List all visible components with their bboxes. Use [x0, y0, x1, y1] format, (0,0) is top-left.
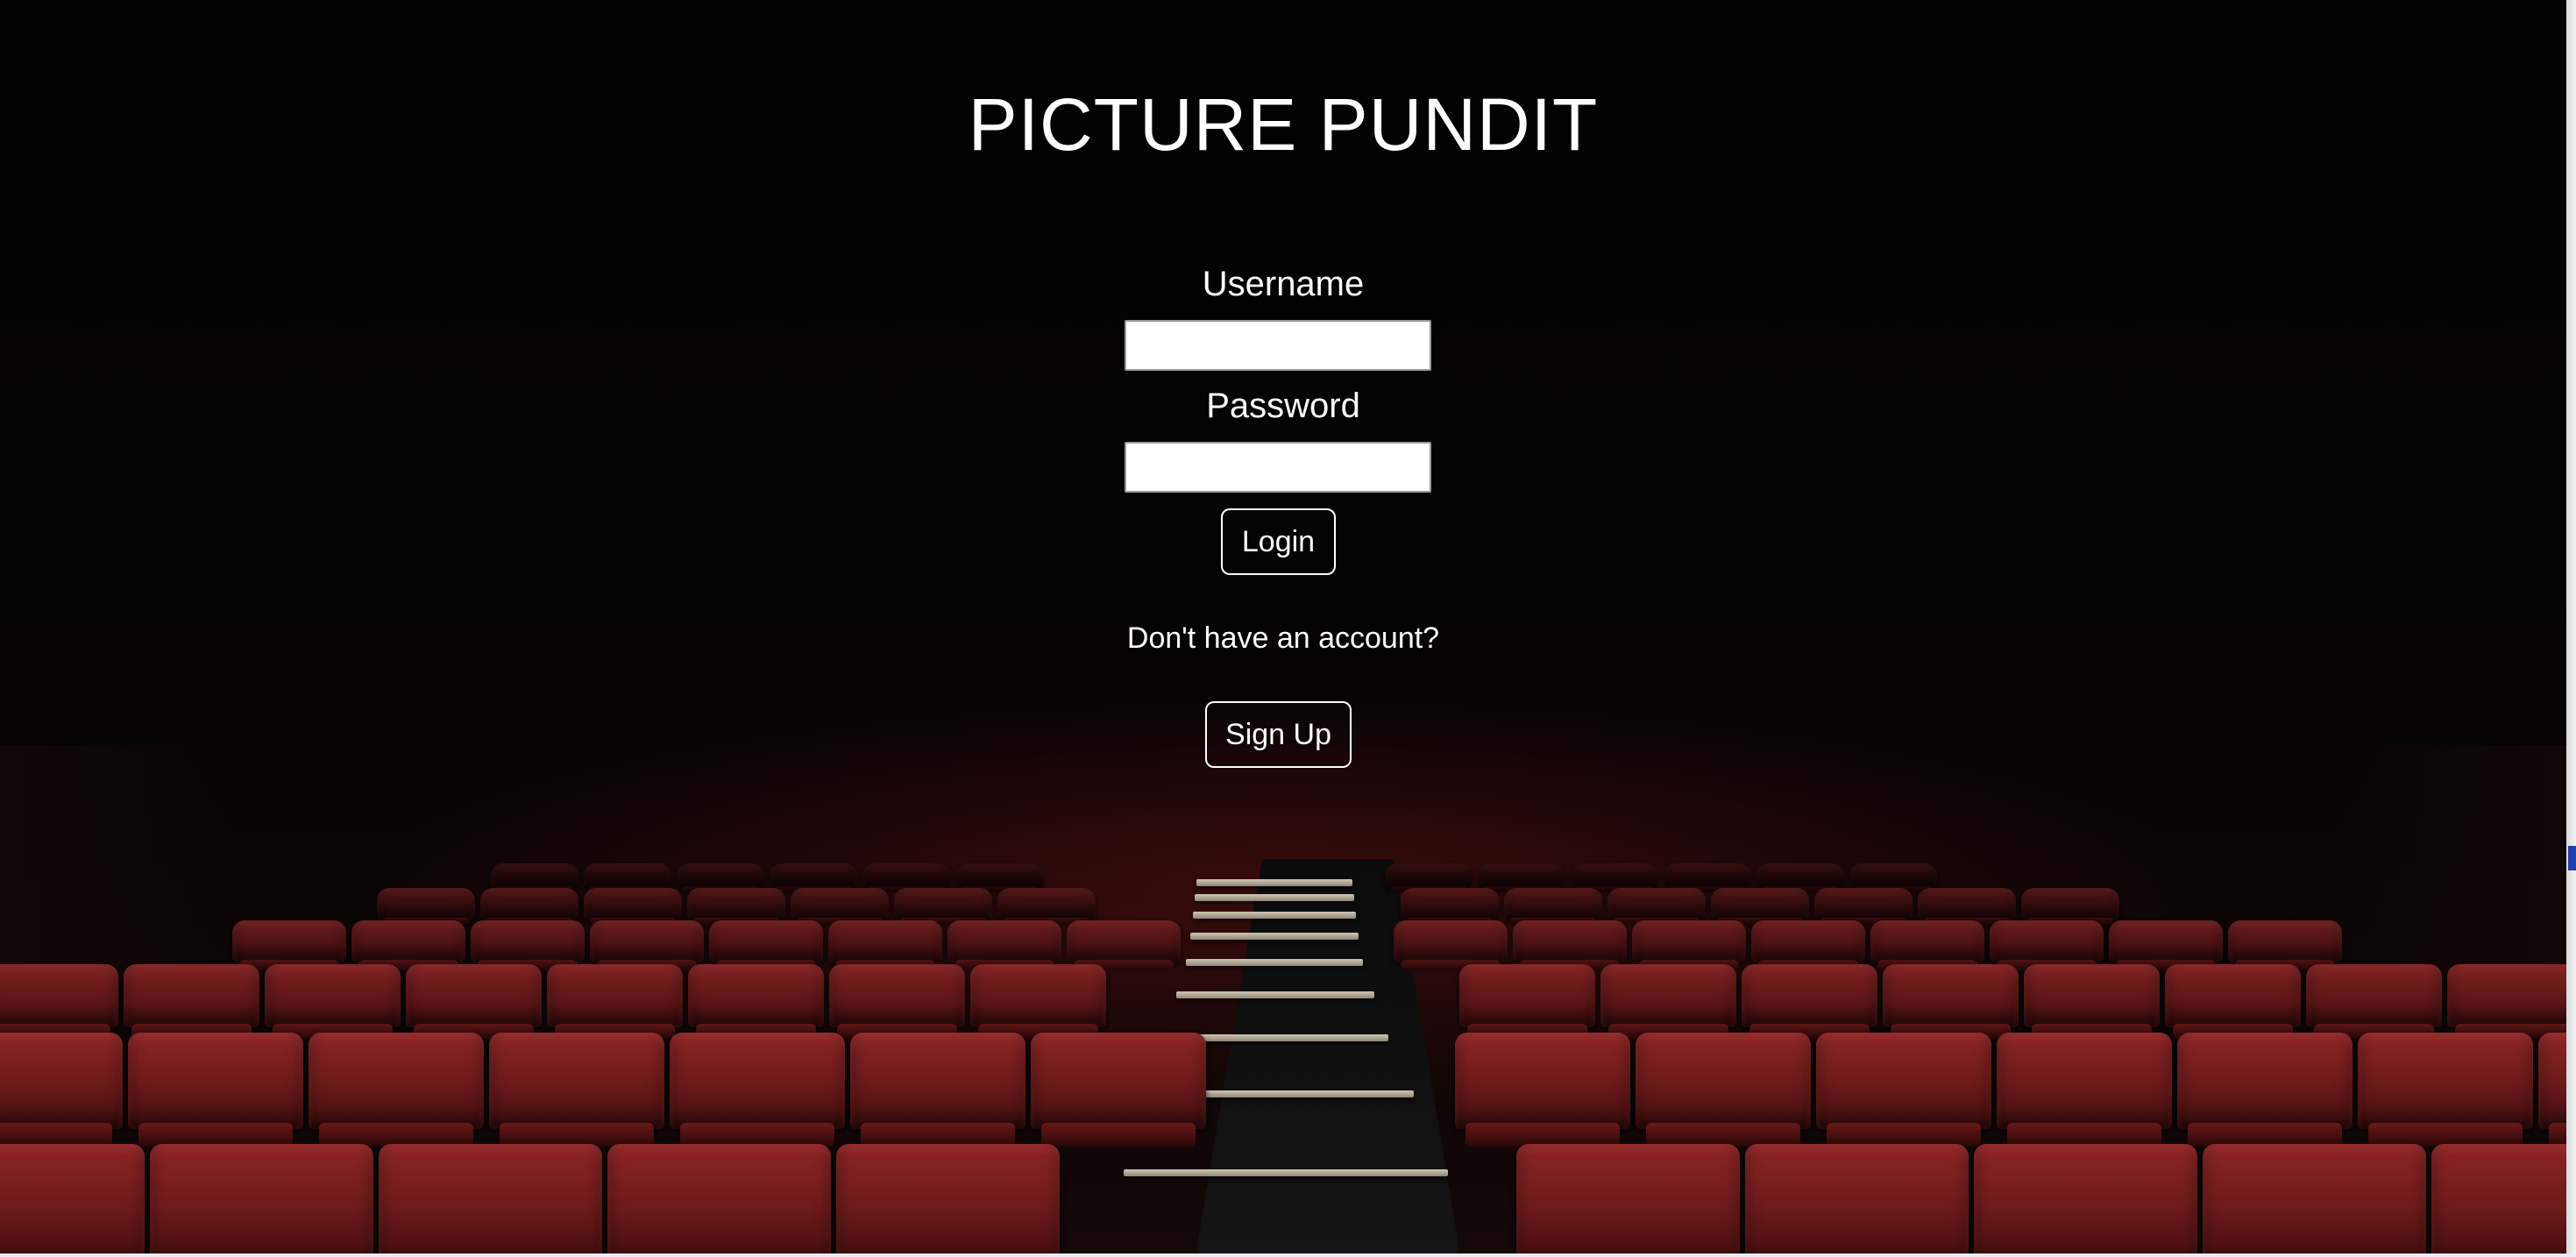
window-bottom-edge — [0, 1253, 2576, 1257]
signup-prompt: Don't have an account? — [1126, 621, 1440, 655]
password-label: Password — [1206, 387, 1360, 425]
password-input[interactable] — [1125, 442, 1431, 493]
username-label: Username — [1202, 265, 1365, 303]
window-edge-scrollbar — [2566, 0, 2576, 1257]
username-input[interactable] — [1125, 320, 1431, 371]
edge-marker — [2568, 846, 2576, 870]
login-button[interactable]: Login — [1221, 508, 1336, 575]
login-page: PICTURE PUNDIT Username Password Login D… — [0, 0, 2566, 1253]
app-title: PICTURE PUNDIT — [968, 83, 1599, 166]
signup-button[interactable]: Sign Up — [1205, 701, 1352, 768]
